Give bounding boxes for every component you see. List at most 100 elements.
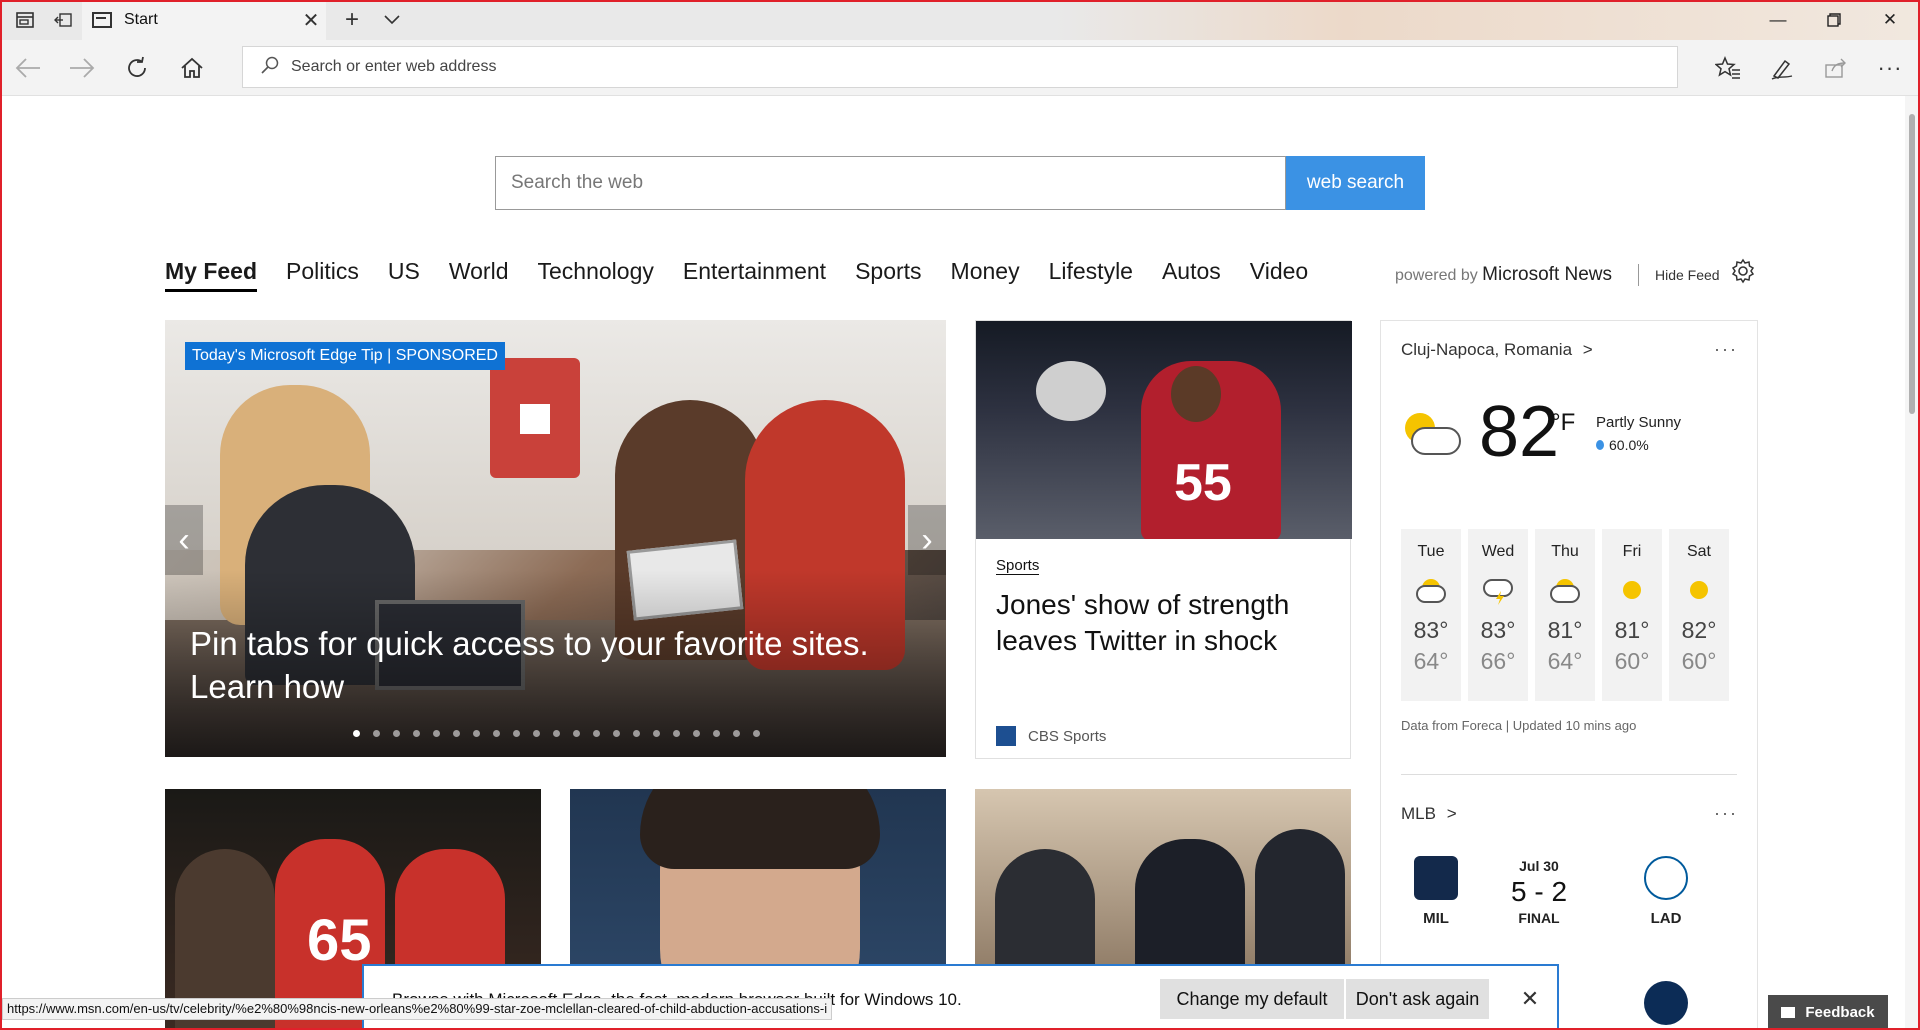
more-icon[interactable]: ··· [1870, 48, 1910, 88]
story-image: 55 [976, 321, 1352, 539]
team-away[interactable]: MIL [1406, 856, 1466, 927]
separator [1638, 264, 1639, 286]
carousel-dot[interactable] [493, 730, 500, 737]
web-search-input[interactable]: Search the web [495, 156, 1286, 210]
minimize-icon[interactable]: — [1750, 0, 1806, 40]
forecast-day[interactable]: Thu 81° 64° [1535, 529, 1595, 701]
tab-my-feed[interactable]: My Feed [165, 258, 258, 292]
carousel-dot[interactable] [473, 730, 480, 737]
carousel-dot[interactable] [413, 730, 420, 737]
new-tab-icon[interactable]: + [334, 0, 370, 40]
forecast-day[interactable]: Wed 83° 66° [1468, 529, 1528, 701]
carousel-dot[interactable] [513, 730, 520, 737]
carousel-dot[interactable] [693, 730, 700, 737]
hide-feed-link[interactable]: Hide Feed [1638, 264, 1720, 286]
team-home[interactable] [1636, 981, 1696, 1025]
refresh-icon[interactable] [117, 48, 157, 88]
feedback-button[interactable]: Feedback [1768, 995, 1888, 1030]
tab-world[interactable]: World [449, 258, 509, 285]
game-status: FINAL [1518, 910, 1560, 926]
sponsored-badge[interactable]: Today's Microsoft Edge Tip | SPONSORED [185, 342, 505, 370]
share-icon[interactable] [1816, 48, 1856, 88]
tab-technology[interactable]: Technology [538, 258, 654, 285]
carousel-dot[interactable] [373, 730, 380, 737]
team-home[interactable]: LAD [1636, 856, 1696, 927]
carousel-dot[interactable] [633, 730, 640, 737]
tab-actions-icon[interactable] [6, 0, 44, 40]
forecast-day[interactable]: Fri 81° 60° [1602, 529, 1662, 701]
story-category[interactable]: Sports [996, 557, 1040, 575]
back-icon[interactable] [8, 48, 48, 88]
carousel-dot[interactable] [393, 730, 400, 737]
cbs-sports-logo-icon [996, 726, 1016, 746]
carousel-dot[interactable] [553, 730, 560, 737]
scrollbar-thumb[interactable] [1909, 114, 1915, 414]
vertical-scrollbar[interactable] [1905, 96, 1920, 1030]
carousel-dot[interactable] [713, 730, 720, 737]
carousel-dot[interactable] [593, 730, 600, 737]
weather-condition: Partly Sunny [1596, 414, 1682, 431]
restore-icon[interactable] [1806, 0, 1862, 40]
tab-entertainment[interactable]: Entertainment [683, 258, 826, 285]
carousel-dot[interactable] [353, 730, 360, 737]
hero-carousel[interactable]: Today's Microsoft Edge Tip | SPONSORED P… [165, 320, 946, 757]
mlb-more-icon[interactable]: ··· [1711, 803, 1741, 824]
hero-headline[interactable]: Pin tabs for quick access to your favori… [190, 622, 930, 708]
category-nav: My Feed Politics US World Technology Ent… [165, 258, 1337, 298]
precip-value: 60.0% [1609, 437, 1649, 453]
forecast-day[interactable]: Tue 83° 64° [1401, 529, 1461, 701]
favorites-icon[interactable] [1708, 48, 1748, 88]
tab-lifestyle[interactable]: Lifestyle [1049, 258, 1133, 285]
dont-ask-again-button[interactable]: Don't ask again [1346, 979, 1489, 1019]
helmet [1036, 361, 1106, 421]
weather-more-icon[interactable]: ··· [1711, 339, 1741, 360]
divider [1401, 774, 1737, 775]
tab-video[interactable]: Video [1250, 258, 1308, 285]
forecast-day[interactable]: Sat 82° 60° [1669, 529, 1729, 701]
change-default-button[interactable]: Change my default [1160, 979, 1344, 1019]
weather-location-label: Cluj-Napoca, Romania [1401, 340, 1573, 359]
home-icon[interactable] [172, 48, 212, 88]
tab-close-icon[interactable]: ✕ [296, 8, 326, 33]
first-aid-cabinet [490, 358, 580, 478]
gear-icon[interactable] [1728, 258, 1758, 288]
chevron-right-icon: > [1446, 804, 1457, 823]
carousel-dot[interactable] [573, 730, 580, 737]
tab-list-icon[interactable] [374, 0, 410, 40]
tab-start[interactable]: Start ✕ [82, 0, 326, 40]
close-notification-icon[interactable]: ✕ [1512, 979, 1548, 1019]
address-placeholder: Search or enter web address [291, 58, 497, 75]
carousel-dot[interactable] [733, 730, 740, 737]
mlb-header[interactable]: MLB > [1401, 804, 1457, 824]
carousel-dot[interactable] [433, 730, 440, 737]
carousel-dot[interactable] [673, 730, 680, 737]
tab-sports[interactable]: Sports [855, 258, 921, 285]
notes-icon[interactable] [1762, 48, 1802, 88]
story-card[interactable]: 55 Sports Jones' show of strength leaves… [975, 320, 1352, 759]
powered-by[interactable]: powered by Microsoft News [1395, 264, 1612, 286]
carousel-next-icon[interactable]: › [908, 505, 946, 575]
temp-unit[interactable]: °F [1551, 409, 1575, 437]
carousel-dot[interactable] [753, 730, 760, 737]
address-bar[interactable]: Search or enter web address [242, 46, 1678, 88]
carousel-dot[interactable] [533, 730, 540, 737]
carousel-prev-icon[interactable]: ‹ [165, 505, 203, 575]
tab-autos[interactable]: Autos [1162, 258, 1221, 285]
tab-money[interactable]: Money [951, 258, 1020, 285]
chevron-right-icon: > [1582, 340, 1593, 359]
story-title[interactable]: Jones' show of strength leaves Twitter i… [996, 587, 1336, 659]
weather-location[interactable]: Cluj-Napoca, Romania > [1401, 340, 1593, 360]
carousel-dot[interactable] [453, 730, 460, 737]
close-icon[interactable]: ✕ [1862, 0, 1918, 40]
back-tabs-icon[interactable] [44, 0, 82, 40]
tab-us[interactable]: US [388, 258, 420, 285]
weather-attribution[interactable]: Data from Foreca | Updated 10 mins ago [1401, 718, 1636, 733]
carousel-dot[interactable] [613, 730, 620, 737]
forward-icon[interactable] [62, 48, 102, 88]
forecast-high: 83° [1413, 617, 1449, 643]
powered-by-prefix: powered by [1395, 267, 1478, 284]
web-search-button[interactable]: web search [1286, 156, 1425, 210]
tab-politics[interactable]: Politics [286, 258, 359, 285]
carousel-dot[interactable] [653, 730, 660, 737]
game-score[interactable]: Jul 30 5 - 2 FINAL [1499, 858, 1579, 926]
